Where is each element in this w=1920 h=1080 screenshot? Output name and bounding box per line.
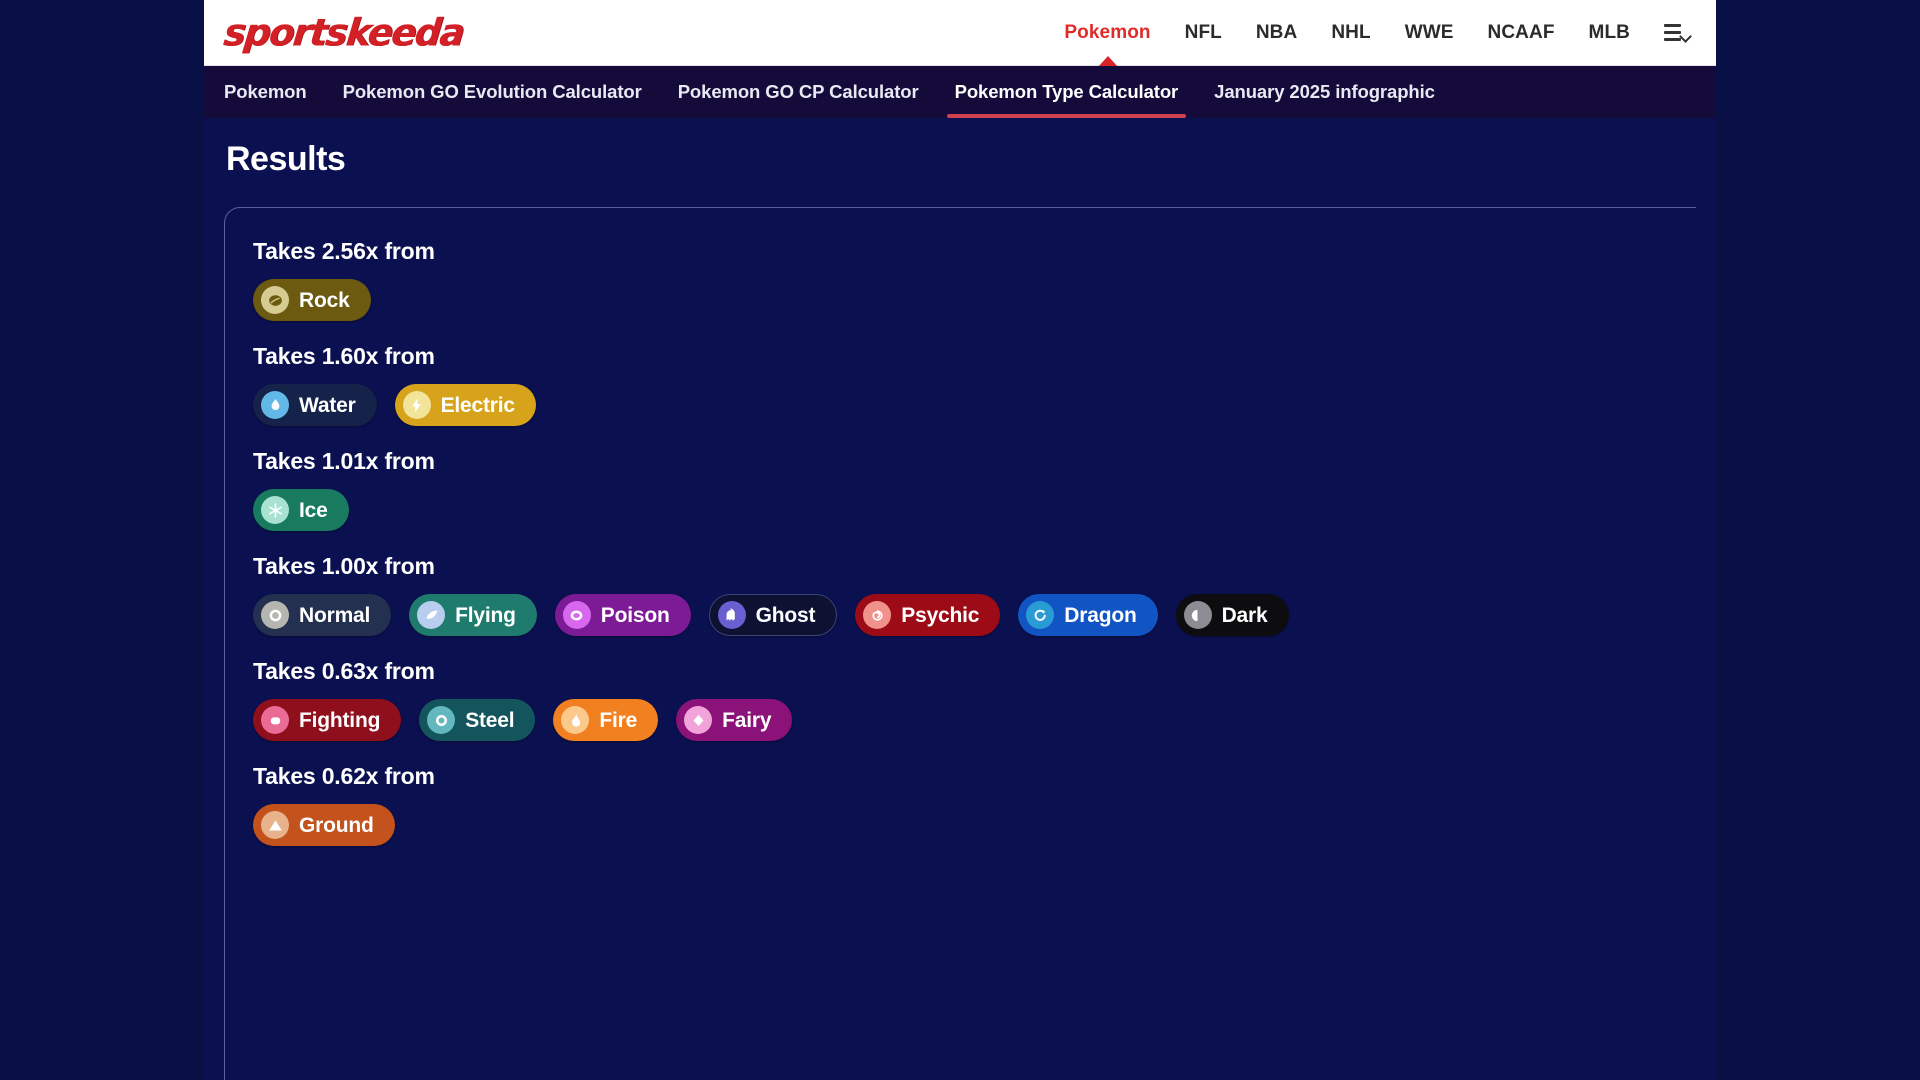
type-chip-label: Steel — [465, 708, 515, 732]
type-chip-label: Ghost — [755, 603, 816, 627]
type-chip-row: Fighting Steel Fire Fairy — [253, 699, 1668, 741]
type-chip-label: Dark — [1221, 603, 1268, 627]
topnav-item-nfl[interactable]: NFL — [1185, 22, 1222, 44]
snowflake-icon — [261, 496, 289, 524]
fairy-diamond-icon — [684, 706, 713, 734]
subnav-item-pokemon-go-evolution-calculator[interactable]: Pokemon GO Evolution Calculator — [343, 66, 642, 118]
subnav-item-pokemon[interactable]: Pokemon — [224, 66, 307, 118]
topnav-item-nhl[interactable]: NHL — [1331, 22, 1370, 44]
lightning-bolt-icon — [402, 391, 431, 419]
group-title: Takes 1.00x from — [253, 553, 435, 579]
dark-moon-icon — [1183, 601, 1212, 629]
subnav-item-pokemon-go-cp-calculator[interactable]: Pokemon GO CP Calculator — [678, 66, 919, 118]
sportskeeda-logo[interactable]: sportskeeda — [222, 11, 466, 55]
water-droplet-icon — [261, 391, 289, 419]
subnav-item-january-2025-infographic[interactable]: January 2025 infographic — [1214, 66, 1435, 118]
effectiveness-group: Takes 1.00x from Normal Flying Poison Ghost P… — [253, 553, 1668, 636]
type-chip-label: Psychic — [901, 603, 980, 627]
type-chip-ground[interactable]: Ground — [253, 804, 395, 846]
type-chip-label: Rock — [299, 288, 350, 312]
steel-ring-icon — [427, 706, 456, 734]
effectiveness-group: Takes 2.56x from Rock — [253, 238, 1668, 321]
page-root: sportskeeda Pokemon NFL NBA NHL WWE NCAAF MLB … — [0, 0, 1920, 1080]
type-chip-fighting[interactable]: Fighting — [253, 699, 402, 741]
wing-icon — [417, 601, 446, 629]
topnav-item-pokemon[interactable]: Pokemon — [1064, 22, 1151, 68]
group-title: Takes 0.63x from — [253, 658, 435, 684]
type-chip-label: Ice — [299, 498, 328, 522]
topnav-item-wwe[interactable]: WWE — [1405, 22, 1454, 44]
subnav-item-pokemon-type-calculator[interactable]: Pokemon Type Calculator — [946, 66, 1186, 118]
effectiveness-group: Takes 0.63x from Fighting Steel Fire Fairy — [253, 658, 1668, 741]
type-chip-label: Dragon — [1064, 603, 1137, 627]
effectiveness-group: Takes 0.62x from Ground — [253, 763, 1668, 846]
psychic-spiral-icon — [863, 601, 892, 629]
mountain-icon — [261, 811, 289, 839]
group-title: Takes 0.62x from — [253, 763, 435, 789]
type-chip-label: Ground — [299, 813, 374, 837]
effectiveness-group: Takes 1.60x from Water Electric — [253, 343, 1668, 426]
topnav-item-nba[interactable]: NBA — [1256, 22, 1297, 44]
results-card: Takes 2.56x from Rock Takes 1.60x from Wate… — [224, 207, 1696, 1080]
type-chip-ice[interactable]: Ice — [253, 489, 349, 531]
type-chip-row: Water Electric — [253, 384, 1668, 426]
main-content: Results Takes 2.56x from Rock Takes 1.60x … — [204, 140, 1716, 1080]
type-chip-label: Water — [299, 393, 356, 417]
site-header: sportskeeda Pokemon NFL NBA NHL WWE NCAAF MLB — [204, 0, 1716, 68]
type-chip-flying[interactable]: Flying — [409, 594, 537, 636]
primary-nav: Pokemon NFL NBA NHL WWE NCAAF MLB — [1064, 22, 1716, 68]
type-chip-water[interactable]: Water — [253, 384, 377, 426]
type-chip-row: Ground — [253, 804, 1668, 846]
type-chip-label: Electric — [440, 393, 515, 417]
group-title: Takes 1.60x from — [253, 343, 435, 369]
type-chip-label: Fire — [599, 708, 638, 732]
page-title: Results — [226, 140, 346, 178]
rock-icon — [261, 286, 289, 314]
type-chip-ghost[interactable]: Ghost — [708, 594, 838, 636]
type-chip-label: Fighting — [299, 708, 381, 732]
type-chip-label: Normal — [299, 603, 371, 627]
type-chip-label: Fairy — [722, 708, 772, 732]
secondary-nav: Pokemon Pokemon GO Evolution Calculator Po… — [204, 66, 1716, 118]
type-chip-fire[interactable]: Fire — [553, 699, 659, 741]
type-chip-dragon[interactable]: Dragon — [1018, 594, 1158, 636]
type-chip-dark[interactable]: Dark — [1175, 594, 1289, 636]
dragon-icon — [1026, 601, 1055, 629]
poison-ring-icon — [562, 601, 591, 629]
topnav-item-mlb[interactable]: MLB — [1589, 22, 1630, 44]
type-chip-poison[interactable]: Poison — [554, 594, 691, 636]
type-chip-row: Normal Flying Poison Ghost Psychic Dragon Dark — [253, 594, 1668, 636]
fist-icon — [261, 706, 289, 734]
type-chip-electric[interactable]: Electric — [394, 384, 536, 426]
hamburger-chevron-icon[interactable] — [1664, 22, 1692, 44]
type-chip-steel[interactable]: Steel — [419, 699, 536, 741]
group-title: Takes 1.01x from — [253, 448, 435, 474]
type-chip-fairy[interactable]: Fairy — [676, 699, 793, 741]
ghost-icon — [717, 601, 746, 629]
type-chip-psychic[interactable]: Psychic — [855, 594, 1001, 636]
topnav-item-ncaaf[interactable]: NCAAF — [1488, 22, 1555, 44]
type-chip-row: Rock — [253, 279, 1668, 321]
flame-icon — [561, 706, 590, 734]
content-column: sportskeeda Pokemon NFL NBA NHL WWE NCAAF MLB … — [204, 0, 1716, 1080]
type-chip-normal[interactable]: Normal — [253, 594, 392, 636]
group-title: Takes 2.56x from — [253, 238, 435, 264]
normal-ring-icon — [261, 601, 289, 629]
effectiveness-group: Takes 1.01x from Ice — [253, 448, 1668, 531]
type-chip-label: Flying — [455, 603, 516, 627]
type-chip-rock[interactable]: Rock — [253, 279, 371, 321]
type-chip-row: Ice — [253, 489, 1668, 531]
type-chip-label: Poison — [600, 603, 670, 627]
